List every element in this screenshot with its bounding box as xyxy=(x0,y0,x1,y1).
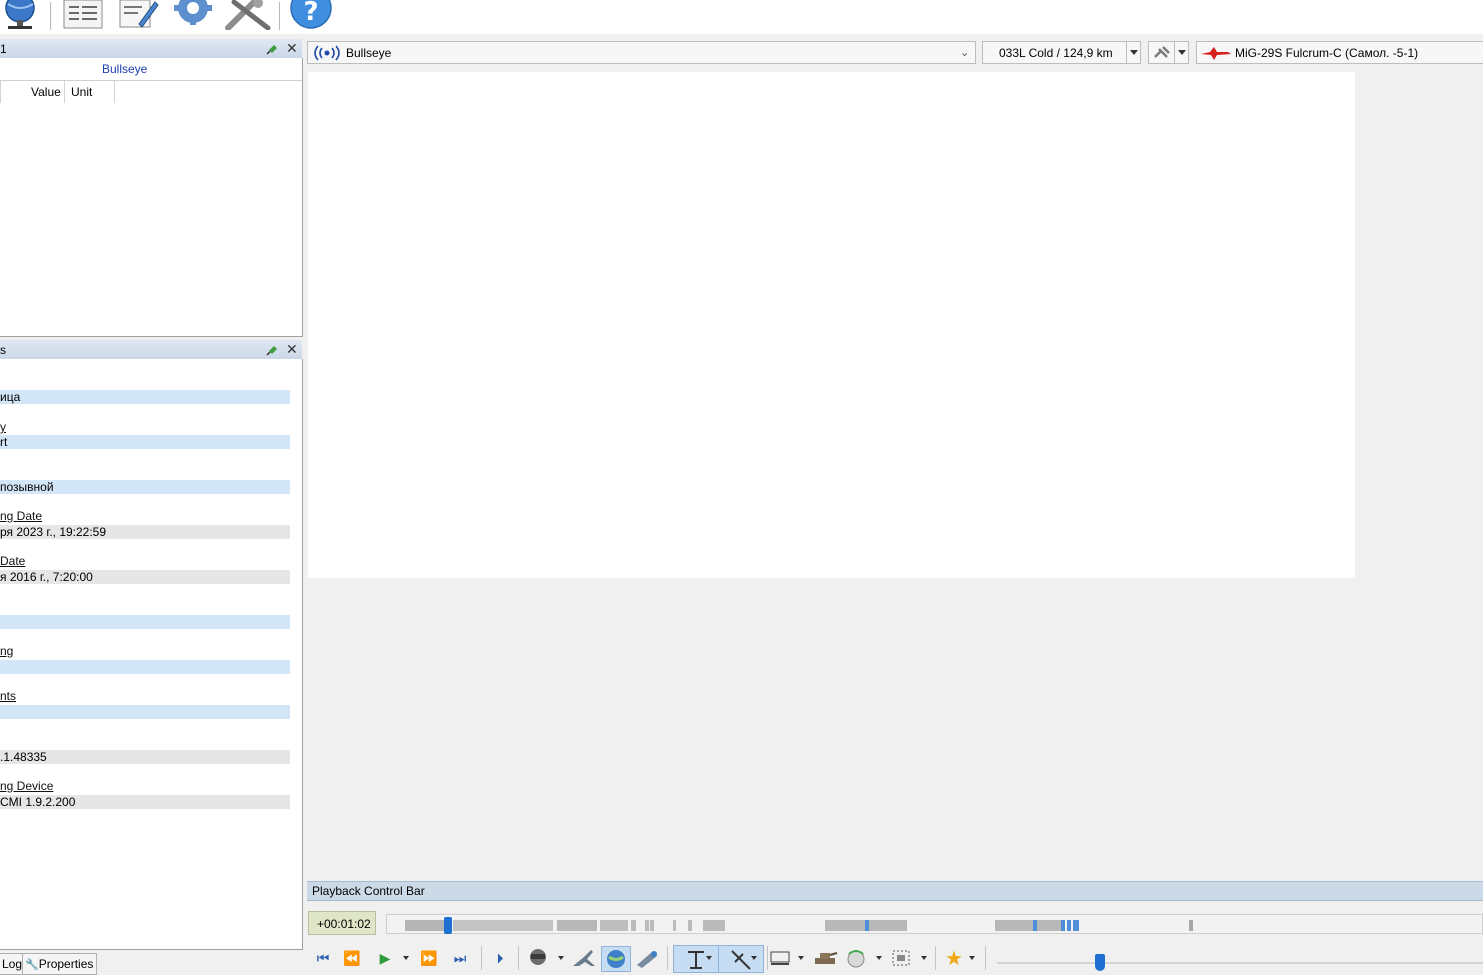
properties-panel-header: s ✕ xyxy=(0,340,302,361)
chevron-down-icon[interactable] xyxy=(1178,50,1186,55)
target-selector[interactable]: 033L Cold / 124,9 km xyxy=(982,41,1141,64)
chevron-down-icon[interactable] xyxy=(921,956,927,960)
chevron-down-icon[interactable] xyxy=(706,956,712,960)
binoculars-icon[interactable] xyxy=(634,948,660,968)
property-value: CMI 1.9.2.200 xyxy=(0,795,290,809)
measure-icon[interactable] xyxy=(718,945,764,973)
play-icon[interactable]: ▶ xyxy=(377,948,393,968)
jet-silhouette-icon xyxy=(1200,45,1232,64)
property-name: y xyxy=(0,420,6,434)
close-icon[interactable]: ✕ xyxy=(286,341,298,358)
select-frame-icon[interactable] xyxy=(890,948,912,968)
pin-icon[interactable] xyxy=(266,343,278,356)
property-value[interactable] xyxy=(0,660,290,674)
panel-title: 1 xyxy=(0,42,7,56)
skip-end-icon[interactable]: ⏭ xyxy=(452,948,468,968)
mode-label: Bullseye xyxy=(346,46,392,60)
close-icon[interactable]: ✕ xyxy=(286,40,298,57)
edit-notes-icon[interactable] xyxy=(117,0,159,28)
zoom-slider-thumb[interactable] xyxy=(1095,954,1105,971)
property-value[interactable]: позывной xyxy=(0,480,290,494)
favorite-star-icon[interactable]: ★ xyxy=(943,948,965,970)
property-value: я 2016 г., 7:20:00 xyxy=(0,570,290,584)
timeline-thumb[interactable] xyxy=(444,917,452,934)
document-list-icon[interactable] xyxy=(62,0,104,29)
gear-icon[interactable] xyxy=(172,0,214,28)
rewind-icon[interactable]: ⏪ xyxy=(343,948,361,968)
main-view-canvas[interactable] xyxy=(308,72,1355,578)
property-value: .1.48335 xyxy=(0,750,290,764)
globe-icon[interactable] xyxy=(601,946,631,972)
aircraft-selector[interactable]: MiG-29S Fulcrum-C (Самол. -5-1) xyxy=(1196,41,1483,64)
properties-panel: ица y rt позывной ng Date ря 2023 г., 19… xyxy=(0,359,303,950)
aircraft-label: MiG-29S Fulcrum-C (Самол. -5-1) xyxy=(1235,46,1419,60)
target-label: 033L Cold / 124,9 km xyxy=(999,46,1113,60)
timeline-track[interactable] xyxy=(386,914,1483,934)
chevron-down-icon[interactable] xyxy=(876,956,882,960)
wrench-icon: 🔧 xyxy=(25,959,39,971)
toolbar-separator xyxy=(50,2,51,30)
column-header-value[interactable]: Value xyxy=(31,85,61,99)
fast-forward-icon[interactable]: ⏩ xyxy=(420,948,438,968)
property-value[interactable] xyxy=(0,615,290,629)
globe-network-icon[interactable] xyxy=(0,0,42,29)
bullseye-panel: Bullseye Value Unit xyxy=(0,58,303,337)
property-value: ря 2023 г., 19:22:59 xyxy=(0,525,290,539)
pilot-view-icon[interactable] xyxy=(527,948,551,968)
chevron-down-icon[interactable]: ⌄ xyxy=(960,46,969,59)
property-name: ng Date xyxy=(0,509,43,523)
panel-title: s xyxy=(0,343,6,357)
radar-icon[interactable] xyxy=(844,948,868,968)
tools-icon[interactable] xyxy=(224,0,272,31)
link-selector[interactable] xyxy=(1148,41,1189,64)
chevron-down-icon[interactable] xyxy=(403,956,409,960)
property-name: Date xyxy=(0,554,26,568)
chevron-down-icon[interactable] xyxy=(798,956,804,960)
tactical-view-icon[interactable] xyxy=(673,945,719,973)
time-display[interactable]: +00:01:02 xyxy=(308,911,376,935)
column-header-unit[interactable]: Unit xyxy=(71,85,92,99)
bullseye-link[interactable]: Bullseye xyxy=(102,62,147,76)
property-name: ng xyxy=(0,644,14,658)
property-value[interactable]: rt xyxy=(0,435,290,449)
property-value[interactable] xyxy=(0,705,290,719)
time-value: +00:01:02 xyxy=(317,917,371,931)
chevron-down-icon[interactable] xyxy=(751,956,757,960)
tab-properties-label: Properties xyxy=(38,957,94,971)
tab-properties[interactable]: 🔧Properties xyxy=(22,953,98,975)
chevron-down-icon[interactable] xyxy=(1130,50,1138,55)
broadcast-icon xyxy=(312,44,342,65)
pin-icon[interactable] xyxy=(266,42,278,55)
toolbar-separator xyxy=(279,2,280,30)
mode-selector[interactable]: Bullseye ⌄ xyxy=(307,41,976,64)
zoom-slider-track[interactable] xyxy=(997,962,1483,964)
chevron-down-icon[interactable] xyxy=(558,956,564,960)
dock-tabs: Log 🔧Properties xyxy=(0,952,304,975)
grid-header: Value Unit xyxy=(0,80,302,103)
playback-controls: ⏮ ⏪ ▶ ⏩ ⏭ ⏵ ★ xyxy=(307,944,1483,974)
skip-start-icon[interactable]: ⏮ xyxy=(315,948,331,968)
chevron-down-icon[interactable] xyxy=(969,956,975,960)
link-icon xyxy=(1153,45,1171,64)
bullseye-panel-header: 1 ✕ xyxy=(0,39,302,60)
property-name: ng Device xyxy=(0,779,54,793)
property-value[interactable]: ица xyxy=(0,390,290,404)
playback-bar-header: Playback Control Bar xyxy=(307,881,1483,901)
tank-icon[interactable] xyxy=(812,948,838,968)
jet-icon[interactable] xyxy=(571,948,597,968)
step-icon[interactable]: ⏵ xyxy=(492,948,508,968)
main-toolbar: ? xyxy=(0,0,1483,34)
svg-text:?: ? xyxy=(303,0,318,27)
layers-icon[interactable] xyxy=(767,948,793,968)
playback-bar-title: Playback Control Bar xyxy=(312,884,425,898)
help-icon[interactable]: ? xyxy=(288,0,334,29)
property-name: nts xyxy=(0,689,17,703)
